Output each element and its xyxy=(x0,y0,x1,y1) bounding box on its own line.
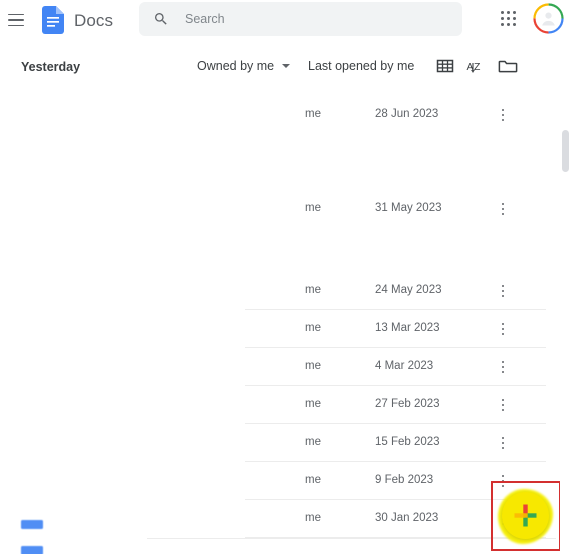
vertical-scrollbar[interactable] xyxy=(560,40,571,554)
search-icon xyxy=(153,11,169,27)
table-row[interactable]: me 9 Feb 2023 xyxy=(0,462,556,500)
hamburger-menu-icon[interactable] xyxy=(4,8,28,32)
page-title: Docs xyxy=(74,10,114,30)
row-owner: me xyxy=(305,436,321,448)
row-owner: me xyxy=(305,202,321,214)
document-list: me 28 Jun 2023 me 31 May 2023 me 24 May … xyxy=(0,96,556,554)
google-docs-logo-icon xyxy=(42,6,64,34)
row-date: 15 Feb 2023 xyxy=(375,436,440,448)
owner-filter-label: Owned by me xyxy=(197,59,275,73)
grid-view-icon[interactable] xyxy=(433,54,457,78)
row-owner: me xyxy=(305,108,321,120)
table-row[interactable]: me 27 Feb 2023 xyxy=(0,386,556,424)
row-owner: me xyxy=(305,360,321,372)
row-date: 31 May 2023 xyxy=(375,202,442,214)
avatar[interactable] xyxy=(533,3,564,34)
table-row[interactable]: me 4 Mar 2023 xyxy=(0,348,556,386)
svg-text:Z: Z xyxy=(474,61,481,73)
row-date: 30 Jan 2023 xyxy=(375,512,439,524)
row-date: 28 Jun 2023 xyxy=(375,108,439,120)
table-row[interactable]: me 31 May 2023 xyxy=(0,190,556,228)
row-date: 13 Mar 2023 xyxy=(375,322,440,334)
sort-alphabetical-icon[interactable]: A Z xyxy=(464,54,488,78)
row-date: 9 Feb 2023 xyxy=(375,474,434,486)
more-options-icon[interactable] xyxy=(495,200,511,218)
more-options-icon[interactable] xyxy=(495,358,511,376)
search-placeholder-text: Search xyxy=(185,12,225,26)
row-date: 24 May 2023 xyxy=(375,284,442,296)
table-row[interactable]: me 28 Jun 2023 xyxy=(0,96,556,134)
scrollbar-thumb[interactable] xyxy=(562,130,569,172)
filter-toolbar: Yesterday Owned by me Last opened by me … xyxy=(0,50,571,88)
row-separator xyxy=(147,538,556,539)
section-header-yesterday: Yesterday xyxy=(21,60,81,74)
search-input[interactable]: Search xyxy=(139,2,462,36)
row-date: 4 Mar 2023 xyxy=(375,360,434,372)
owner-filter-dropdown[interactable]: Owned by me xyxy=(197,59,291,73)
more-options-icon[interactable] xyxy=(495,396,511,414)
table-row[interactable]: me 24 May 2023 xyxy=(0,272,556,310)
row-owner: me xyxy=(305,398,321,410)
row-title-partial xyxy=(63,546,66,554)
more-options-icon[interactable] xyxy=(495,106,511,124)
sort-filter-label[interactable]: Last opened by me xyxy=(308,59,414,73)
row-owner: me xyxy=(305,322,321,334)
folder-icon[interactable] xyxy=(496,54,520,78)
more-options-icon[interactable] xyxy=(495,434,511,452)
plus-icon xyxy=(513,503,538,528)
more-options-icon[interactable] xyxy=(495,282,511,300)
document-thumbnail-icon xyxy=(21,520,43,529)
google-apps-grid-icon[interactable] xyxy=(498,8,520,30)
document-thumbnail-icon xyxy=(21,546,43,554)
google-docs-home: Docs Search Yesterday Owned by me Last o… xyxy=(0,0,571,554)
more-options-icon[interactable] xyxy=(495,320,511,338)
app-header: Docs Search xyxy=(0,0,571,40)
more-options-icon[interactable] xyxy=(495,472,511,490)
row-owner: me xyxy=(305,474,321,486)
row-owner: me xyxy=(305,284,321,296)
table-row[interactable]: me 30 Jan 2023 xyxy=(0,500,556,538)
table-row[interactable]: me 15 Feb 2023 xyxy=(0,424,556,462)
table-row[interactable]: me 13 Mar 2023 xyxy=(0,310,556,348)
chevron-down-icon xyxy=(282,64,291,68)
row-owner: me xyxy=(305,512,321,524)
row-date: 27 Feb 2023 xyxy=(375,398,440,410)
